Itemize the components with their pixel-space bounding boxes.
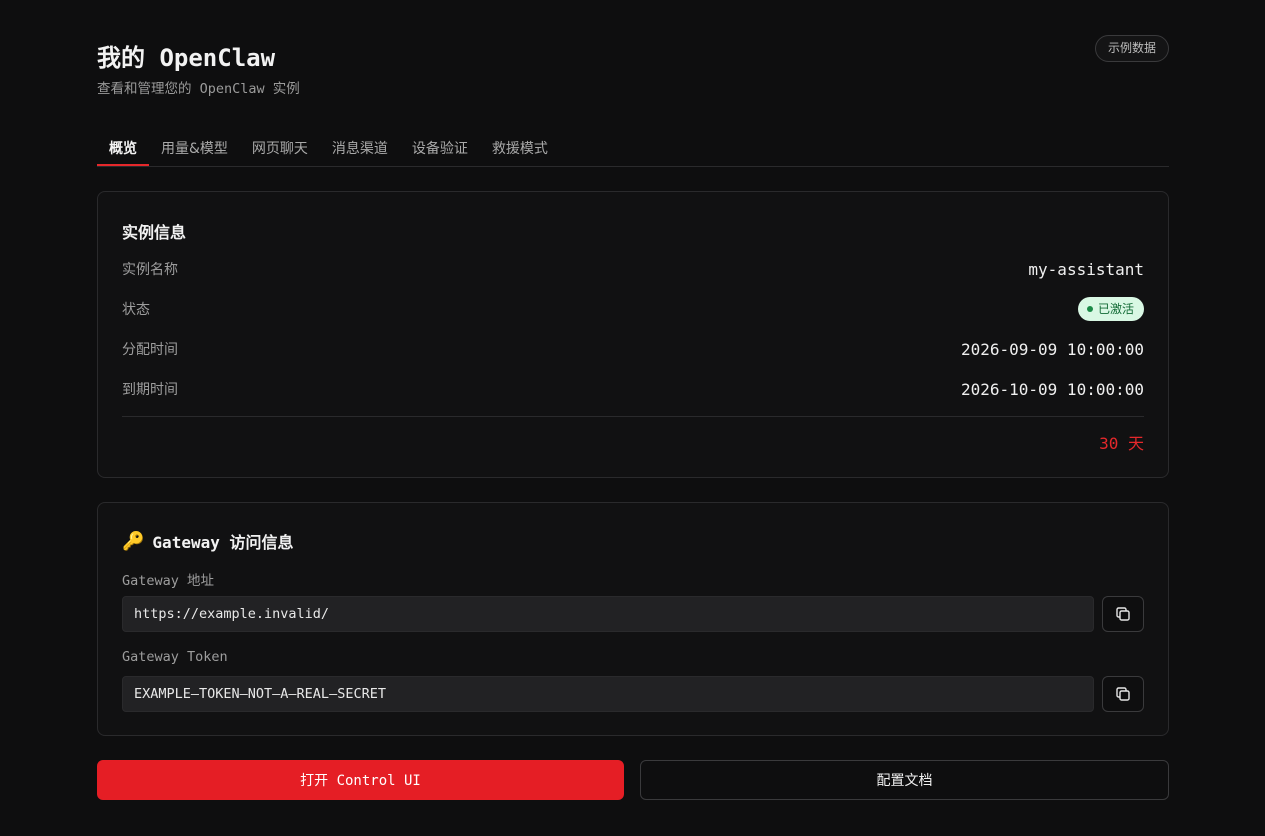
page-subtitle: 查看和管理您的 OpenClaw 实例	[97, 81, 300, 97]
instance-name-label: 实例名称	[122, 262, 178, 278]
gateway-access-title-text: Gateway 访问信息	[152, 533, 294, 552]
tab-message-channels[interactable]: 消息渠道	[320, 130, 400, 166]
tab-rescue-mode[interactable]: 救援模式	[480, 130, 560, 166]
sample-data-badge: 示例数据	[1094, 35, 1169, 62]
tab-web-chat[interactable]: 网页聊天	[240, 130, 320, 166]
page-header: 我的 OpenClaw 查看和管理您的 OpenClaw 实例 示例数据	[97, 0, 1169, 130]
status-row: 状态 已激活	[122, 297, 1144, 321]
gateway-address-label: Gateway 地址	[122, 573, 215, 589]
instance-info-card: 实例信息 实例名称 my-assistant 状态 已激活 分配时间 2026-…	[97, 191, 1169, 478]
gateway-address-field[interactable]: https://example.invalid/	[122, 596, 1094, 632]
tab-device-verification[interactable]: 设备验证	[400, 130, 480, 166]
key-icon: 🔑	[122, 530, 145, 552]
gateway-access-card: 🔑 Gateway 访问信息 Gateway 地址 https://exampl…	[97, 502, 1169, 736]
assigned-time-label: 分配时间	[122, 342, 178, 358]
copy-address-button[interactable]	[1102, 596, 1144, 632]
status-badge-text: 已激活	[1097, 302, 1134, 316]
page-container: 我的 OpenClaw 查看和管理您的 OpenClaw 实例 示例数据 概览 …	[97, 0, 1169, 800]
assigned-time-value: 2026-09-09 10:00:00	[960, 339, 1144, 359]
copy-icon	[1116, 607, 1130, 621]
gateway-token-field[interactable]: EXAMPLE–TOKEN–NOT–A–REAL–SECRET	[122, 676, 1094, 712]
status-badge: 已激活	[1077, 297, 1144, 321]
copy-token-button[interactable]	[1102, 676, 1144, 712]
tab-overview[interactable]: 概览	[97, 130, 149, 166]
gateway-token-label: Gateway Token	[122, 649, 228, 665]
page-title: 我的 OpenClaw	[97, 44, 276, 72]
tab-usage-models[interactable]: 用量&模型	[149, 130, 240, 166]
instance-info-title: 实例信息	[122, 223, 187, 242]
instance-name-value: my-assistant	[1028, 259, 1144, 279]
card-divider	[122, 416, 1144, 417]
tab-bar: 概览 用量&模型 网页聊天 消息渠道 设备验证 救援模式	[97, 130, 1169, 167]
remaining-days: 30 天	[1099, 434, 1144, 453]
status-dot-icon	[1086, 306, 1093, 312]
status-label: 状态	[122, 302, 150, 318]
open-control-ui-button[interactable]: 打开 Control UI	[97, 760, 624, 800]
copy-icon	[1116, 687, 1130, 701]
gateway-access-title: 🔑 Gateway 访问信息	[122, 529, 294, 553]
expire-time-value: 2026-10-09 10:00:00	[960, 379, 1144, 399]
config-docs-button[interactable]: 配置文档	[640, 760, 1169, 800]
expire-time-label: 到期时间	[122, 382, 178, 398]
assigned-time-row: 分配时间 2026-09-09 10:00:00	[122, 337, 1144, 361]
instance-name-row: 实例名称 my-assistant	[122, 257, 1144, 281]
expire-time-row: 到期时间 2026-10-09 10:00:00	[122, 377, 1144, 401]
